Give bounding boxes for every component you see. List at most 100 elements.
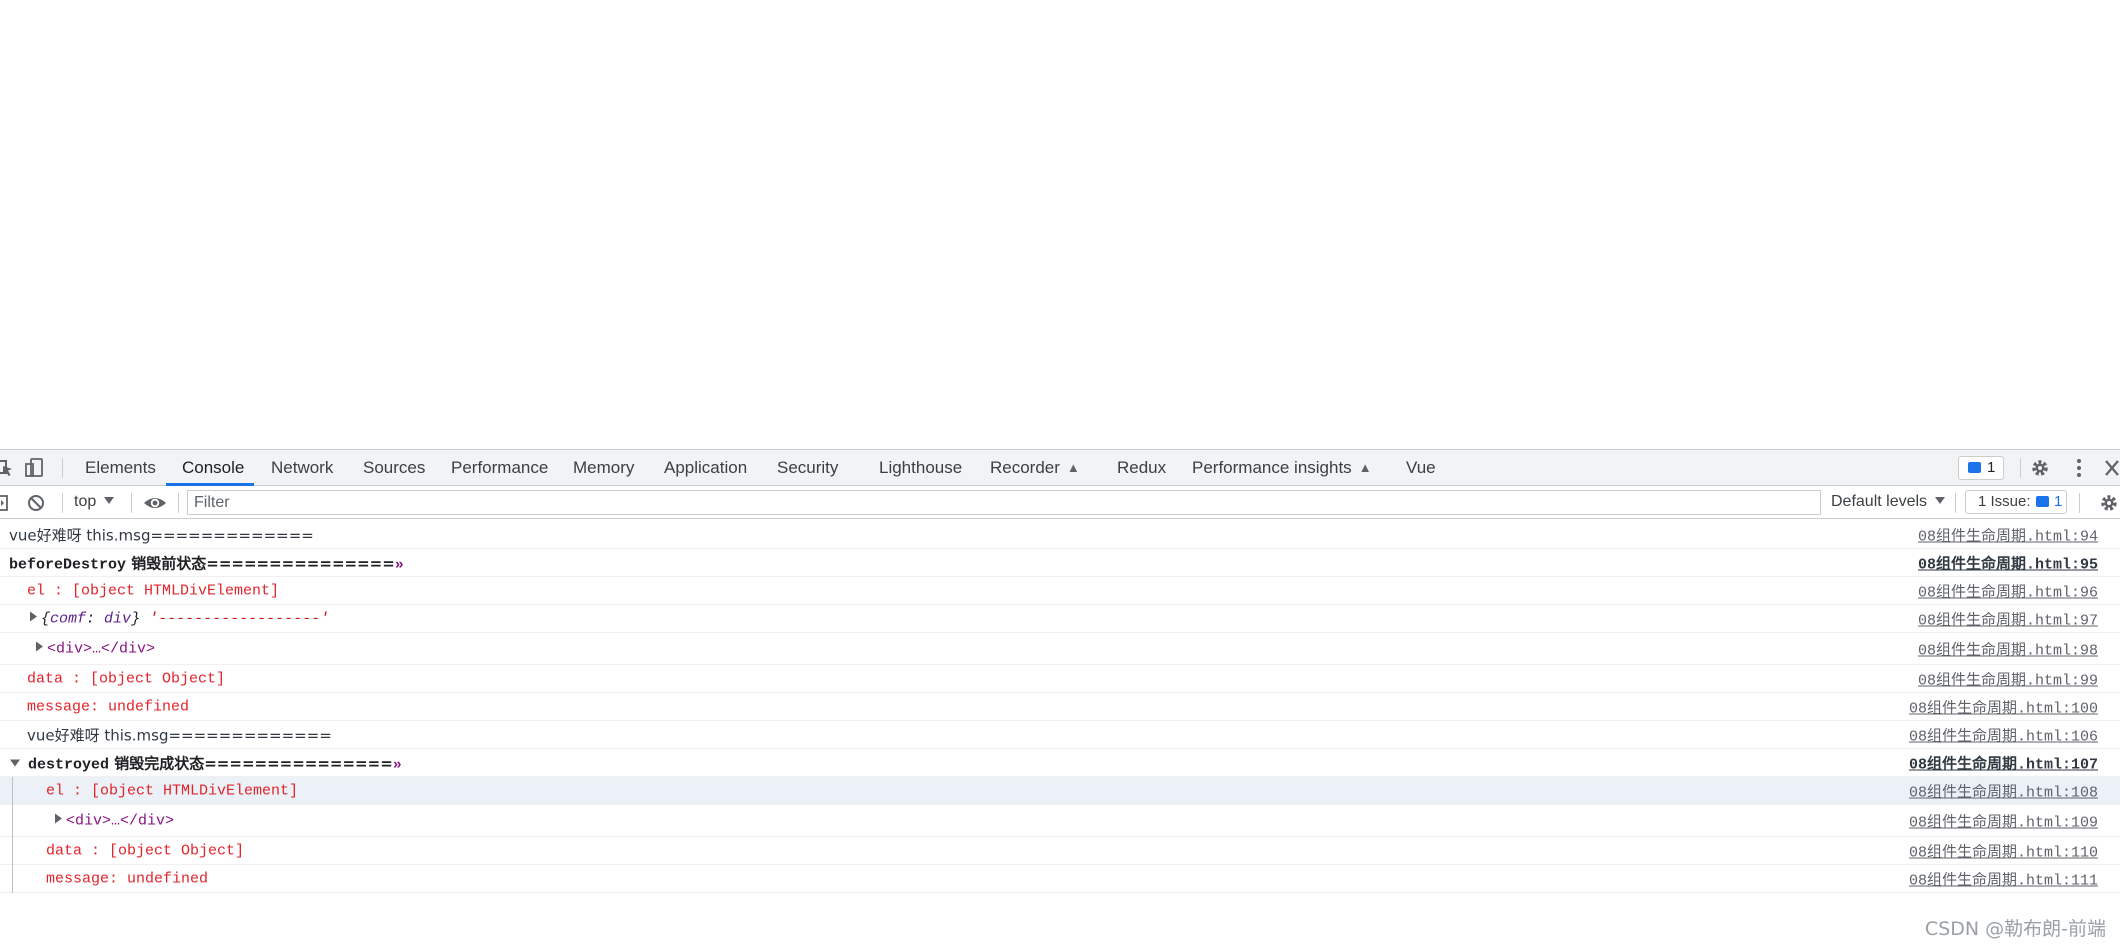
source-link[interactable]: 08组件生命周期.html:109 (1909, 810, 2098, 831)
message-count: 1 (1987, 459, 1996, 476)
console-group-row[interactable]: destroyed 销毁完成状态===============» 08组件生命周… (0, 749, 2120, 777)
tab-redux[interactable]: Redux (1117, 450, 1166, 486)
group-indent-bar (12, 777, 13, 805)
source-link[interactable]: 08组件生命周期.html:106 (1909, 724, 2098, 745)
tab-performance[interactable]: Performance (451, 450, 548, 486)
console-log-row: data : [object Object] 08组件生命周期.html:110 (0, 837, 2120, 865)
page-viewport (0, 0, 2120, 449)
source-link[interactable]: 08组件生命周期.html:110 (1909, 840, 2098, 861)
group-indent-bar (12, 865, 13, 893)
messages-badge[interactable]: 1 (1958, 456, 2004, 480)
clear-console-icon[interactable] (25, 493, 47, 513)
log-text: vue好难呀 this.msg============= (9, 526, 314, 544)
source-link[interactable]: 08组件生命周期.html:100 (1909, 696, 2098, 717)
source-link[interactable]: 08组件生命周期.html:97 (1918, 608, 2098, 629)
experimental-flask-icon: ▲ (1358, 460, 1372, 475)
tab-security[interactable]: Security (777, 450, 838, 486)
source-link[interactable]: 08组件生命周期.html:108 (1909, 780, 2098, 801)
context-selector[interactable]: top (74, 486, 115, 518)
context-value: top (74, 493, 97, 510)
experimental-flask-icon: ▲ (1066, 460, 1080, 475)
chevron-down-icon (104, 497, 115, 504)
issues-count: 1 (2054, 493, 2063, 510)
toolbar-divider (131, 493, 132, 513)
tab-sources[interactable]: Sources (363, 450, 425, 486)
issues-counter[interactable]: 1 Issue: 1 (1965, 490, 2067, 514)
console-element-row[interactable]: <div>…</div> 08组件生命周期.html:109 (0, 805, 2120, 837)
issue-bubble-icon (2036, 496, 2049, 507)
console-log-row: message: undefined 08组件生命周期.html:100 (0, 693, 2120, 721)
source-link[interactable]: 08组件生命周期.html:107 (1909, 752, 2098, 773)
message-bubble-icon (1968, 462, 1981, 473)
expand-triangle-icon (36, 641, 43, 651)
group-label: destroyed 销毁完成状态===============» (10, 752, 402, 773)
console-settings-gear-icon[interactable] (2098, 493, 2120, 513)
issues-label: 1 Issue: (1978, 493, 2031, 510)
log-text: el : [object HTMLDivElement] (27, 582, 280, 599)
more-options-icon[interactable] (2068, 458, 2090, 478)
tab-recorder-label: Recorder (990, 458, 1060, 477)
toolbar-divider (2079, 493, 2080, 513)
source-link[interactable]: 08组件生命周期.html:94 (1918, 524, 2098, 545)
console-element-row[interactable]: <div>…</div> 08组件生命周期.html:98 (0, 633, 2120, 665)
settings-gear-icon[interactable] (2029, 458, 2051, 478)
tab-recorder[interactable]: Recorder ▲ (990, 450, 1080, 486)
toolbar-divider (1955, 493, 1956, 513)
log-text: vue好难呀 this.msg============= (27, 726, 332, 744)
console-log-row: el : [object HTMLDivElement] 08组件生命周期.ht… (0, 577, 2120, 605)
tab-vue[interactable]: Vue (1406, 450, 1436, 486)
toolbar-divider (178, 493, 179, 513)
log-text: message: undefined (27, 698, 190, 715)
group-label: beforeDestroy 销毁前状态===============» (9, 554, 404, 573)
element-preview: <div>…</div> (55, 812, 174, 829)
watermark: CSDN @勒布朗-前端 (1924, 918, 2106, 940)
devtools-panel: Elements Console Network Sources Perform… (0, 449, 2120, 945)
console-log-row: vue好难呀 this.msg============= 08组件生命周期.ht… (0, 521, 2120, 549)
toolbar-divider (62, 458, 63, 478)
console-group-row[interactable]: beforeDestroy 销毁前状态===============» 08组件… (0, 549, 2120, 577)
chevron-right-icon: » (394, 556, 404, 573)
source-link[interactable]: 08组件生命周期.html:95 (1918, 552, 2098, 573)
console-log-row: message: undefined 08组件生命周期.html:111 (0, 865, 2120, 893)
collapse-triangle-icon (10, 759, 20, 766)
toolbar-divider (2020, 458, 2021, 478)
chevron-down-icon (1935, 497, 1946, 504)
tab-elements[interactable]: Elements (85, 450, 156, 486)
log-text: el : [object HTMLDivElement] (46, 782, 299, 799)
log-text: data : [object Object] (46, 842, 245, 859)
log-levels-dropdown[interactable]: Default levels (1831, 486, 1946, 518)
console-messages: vue好难呀 this.msg============= 08组件生命周期.ht… (0, 521, 2120, 893)
group-indent-bar (12, 805, 13, 837)
source-link[interactable]: 08组件生命周期.html:98 (1918, 638, 2098, 659)
tab-lighthouse[interactable]: Lighthouse (879, 450, 962, 486)
expand-triangle-icon (55, 813, 62, 823)
inspect-element-icon[interactable] (0, 458, 16, 478)
sidebar-toggle-icon[interactable] (0, 493, 14, 513)
log-text: data : [object Object] (27, 670, 226, 687)
source-link[interactable]: 08组件生命周期.html:99 (1918, 668, 2098, 689)
close-devtools-icon[interactable] (2102, 458, 2120, 478)
console-filter-bar: top Default levels 1 Issue: 1 (0, 486, 2120, 519)
source-link[interactable]: 08组件生命周期.html:96 (1918, 580, 2098, 601)
log-levels-value: Default levels (1831, 493, 1928, 510)
log-text: message: undefined (46, 870, 209, 887)
tab-application[interactable]: Application (664, 450, 747, 486)
chevron-right-icon: » (392, 756, 402, 773)
console-object-row[interactable]: {comf: div} '------------------' 08组件生命周… (0, 605, 2120, 633)
filter-input[interactable] (187, 490, 1821, 515)
tab-console[interactable]: Console (182, 450, 244, 486)
tab-network[interactable]: Network (271, 450, 333, 486)
tab-memory[interactable]: Memory (573, 450, 634, 486)
tab-performance-insights[interactable]: Performance insights ▲ (1192, 450, 1372, 486)
group-indent-bar (12, 837, 13, 865)
source-link[interactable]: 08组件生命周期.html:111 (1909, 868, 2098, 889)
console-log-row: data : [object Object] 08组件生命周期.html:99 (0, 665, 2120, 693)
live-expression-eye-icon[interactable] (143, 493, 166, 513)
console-log-row: el : [object HTMLDivElement] 08组件生命周期.ht… (0, 777, 2120, 805)
object-preview: {comf: div} '------------------' (30, 610, 329, 627)
expand-triangle-icon (30, 611, 37, 621)
device-toolbar-icon[interactable] (24, 458, 46, 478)
element-preview: <div>…</div> (36, 640, 155, 657)
tab-performance-insights-label: Performance insights (1192, 458, 1352, 477)
toolbar-divider (62, 493, 63, 513)
